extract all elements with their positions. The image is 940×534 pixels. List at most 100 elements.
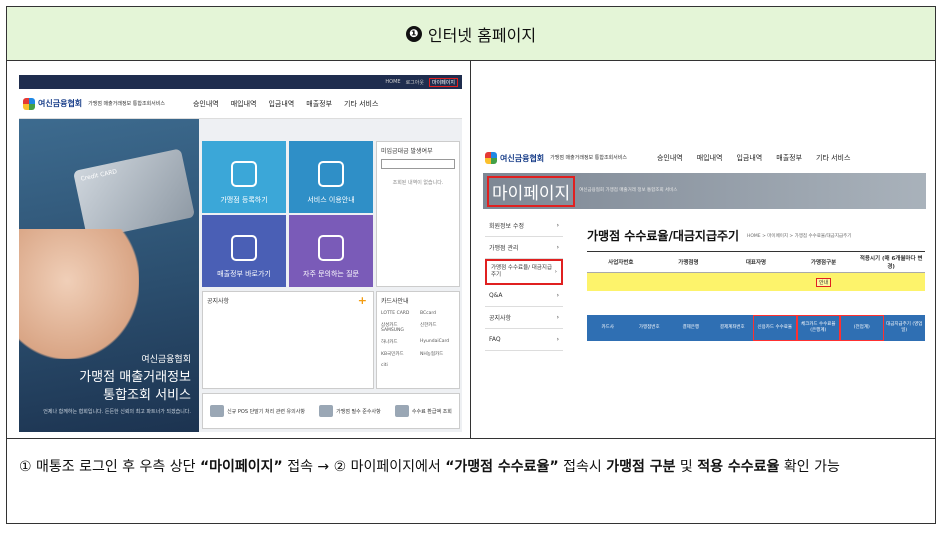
instruction-part: ① 매통조 로그인 후 우측 상단	[19, 459, 200, 475]
page-title: 가맹점 수수료율/대금지급주기	[587, 229, 740, 243]
menu-other[interactable]: 기타 서비스	[816, 153, 850, 163]
mypage-banner: 마이페이지 여신금융협회 가맹점 매출거래 정보 통합조회 서비스	[483, 173, 926, 209]
faq-icon	[318, 235, 344, 261]
bank-logos: LOTTE CARD BCcard 삼성카드 SAMSUNG 신한카드 하나카드…	[381, 311, 455, 368]
sidebar-item-fee-rate[interactable]: 가맹점 수수료율/ 대금지급주기 ›	[485, 259, 563, 285]
credit-card-image: Credit CARD	[72, 148, 196, 240]
col-business-number: 사업자번호	[608, 260, 634, 266]
unpaid-panel: 미입금대금 발생여부 조회된 내역이 없습니다.	[376, 141, 460, 287]
merchant-table: 사업자번호 가맹점명 대표자명 가맹점구분 적용시기 (매 6개월마다 변경) …	[587, 251, 925, 291]
quick-link-refund[interactable]: 수수료 환급액 조회	[394, 405, 452, 417]
tile-merchant-register[interactable]: 가맹점 등록하기	[202, 141, 286, 213]
homepage-cell: HOME 로그아웃 마이페이지 여신금융협회 가맹점 매출거래정보 통합조회서비…	[7, 61, 471, 439]
menu-purchase[interactable]: 매입내역	[697, 153, 723, 163]
logo-subtitle: 가맹점 매출거래정보 통합조회서비스	[550, 155, 627, 161]
tile-sales-info[interactable]: 매출정부 바로가기	[202, 215, 286, 287]
quick-link-rules[interactable]: 가맹점 필수 준수사항	[319, 405, 381, 417]
section-header: ❶ 인터넷 홈페이지	[7, 7, 935, 61]
sidebar-item-profile[interactable]: 회원정보 수정 ›	[485, 215, 563, 237]
bar-chart-icon	[231, 235, 257, 261]
bank-hana[interactable]: 하나카드	[381, 339, 416, 345]
chevron-right-icon: ›	[556, 336, 559, 343]
section-title: 인터넷 홈페이지	[427, 25, 537, 45]
notice-more-button[interactable]: +	[358, 294, 367, 307]
col-representative: 대표자명	[745, 260, 767, 266]
quick-link-label: 가맹점 필수 준수사항	[336, 408, 381, 415]
sidebar-label: 가맹점 수수료율/ 대금지급주기	[491, 265, 553, 278]
bank-bc[interactable]: BCcard	[420, 311, 455, 316]
logo[interactable]: 여신금융협회 가맹점 매출거래정보 통합조회서비스	[485, 152, 627, 164]
col-bank: 결제은행	[682, 325, 700, 330]
logo-icon	[23, 97, 35, 110]
bank-citi[interactable]: citi	[381, 363, 416, 368]
hand-image	[19, 229, 139, 359]
hero-text: 여신금융협회 가맹점 매출거래정보 통합조회 서비스 언제나 함께하는 협회입니…	[43, 351, 191, 416]
menu-sales[interactable]: 매출정부	[306, 99, 332, 109]
logo-text: 여신금융협회	[500, 153, 545, 163]
logo-icon	[485, 152, 497, 164]
col-merchant-number: 가맹점번호	[638, 325, 660, 330]
rate-emphasis: 적용 수수료율	[697, 459, 780, 475]
col-check-fee-bank: 체크카드 수수료율 (은행계)	[796, 315, 840, 341]
sidebar: 회원정보 수정 › 가맹점 관리 › 가맹점 수수료율/ 대금지급주기 › Q&A › …	[485, 215, 563, 351]
chevron-right-icon: ›	[554, 268, 557, 275]
menu-deposit[interactable]: 입금내역	[736, 153, 762, 163]
mypage-link[interactable]: 마이페이지	[428, 77, 458, 87]
sidebar-item-merchant[interactable]: 가맹점 관리 ›	[485, 237, 563, 259]
tile-label: 매출정부 바로가기	[217, 270, 271, 278]
menu: 승인내역 매입내역 입금내역 매출정부 기타 서비스	[657, 153, 851, 163]
menu-deposit[interactable]: 입금내역	[268, 99, 294, 109]
instruction-text: ① 매통조 로그인 후 우측 상단 “마이페이지” 접속 → ② 마이페이지에서…	[7, 439, 935, 523]
fee-emphasis: “가맹점 수수료율”	[445, 459, 559, 475]
menu-approval[interactable]: 승인내역	[657, 153, 683, 163]
inquiry-button[interactable]: 안내	[815, 277, 832, 287]
logo[interactable]: 여신금융협회 가맹점 매출거래정보 통합조회서비스	[23, 97, 165, 110]
card-company-panel: 카드사안내 LOTTE CARD BCcard 삼성카드 SAMSUNG 신한카…	[376, 291, 460, 389]
mypage-title: 마이페이지	[487, 175, 576, 207]
mypage-emphasis: “마이페이지”	[199, 459, 283, 475]
instruction-part: 접속 → ② 마이페이지에서	[282, 459, 446, 475]
main-nav: 여신금융협회 가맹점 매출거래정보 통합조회서비스 승인내역 매입내역 입금내역…	[483, 143, 926, 173]
hero-small: 언제나 함께하는 협회입니다. 든든한 신뢰의 최고 파트너가 되겠습니다.	[43, 409, 191, 415]
menu-other[interactable]: 기타 서비스	[344, 99, 378, 109]
col-card-company: 카드사	[601, 325, 614, 330]
unpaid-select[interactable]	[381, 159, 455, 169]
home-link[interactable]: HOME	[385, 79, 400, 85]
tile-label: 자주 문의하는 질문	[303, 270, 359, 278]
sidebar-label: 공지사항	[489, 315, 512, 322]
col-credit-fee: 신용카드 수수료율	[753, 315, 797, 341]
bank-samsung[interactable]: 삼성카드 SAMSUNG	[381, 322, 416, 333]
sidebar-item-faq[interactable]: FAQ ›	[485, 329, 563, 351]
notice-panel: 공지사항 +	[202, 291, 374, 389]
hero-banner: Credit CARD 여신금융협회 가맹점 매출거래정보 통합조회 서비스 언…	[19, 119, 199, 432]
bank-nh[interactable]: NH농협카드	[420, 351, 455, 357]
quick-link-label: 신규 POS 단말기 처리 관련 유의사항	[227, 408, 305, 415]
logout-link[interactable]: 로그아웃	[406, 79, 424, 86]
bank-kb[interactable]: KB국민카드	[381, 351, 416, 357]
hero-line2: 가맹점 매출거래정보	[79, 370, 191, 385]
bank-hyundai[interactable]: HyundaiCard	[420, 339, 455, 345]
menu-approval[interactable]: 승인내역	[193, 99, 219, 109]
type-emphasis: 가맹점 구분	[606, 459, 676, 475]
fee-table-header: 카드사 가맹점번호 결제은행 결제계좌번호 신용카드 수수료율 체크카드 수수료…	[587, 315, 925, 341]
tile-label: 가맹점 등록하기	[220, 196, 268, 204]
tile-faq[interactable]: 자주 문의하는 질문	[289, 215, 373, 287]
unpaid-title: 미입금대금 발생여부	[381, 148, 433, 155]
logo-subtitle: 가맹점 매출거래정보 통합조회서비스	[88, 100, 165, 107]
menu-sales[interactable]: 매출정부	[776, 153, 802, 163]
sidebar-item-qna[interactable]: Q&A ›	[485, 285, 563, 307]
sidebar-label: 회원정보 수정	[489, 223, 525, 230]
bank-lotte[interactable]: LOTTE CARD	[381, 311, 416, 316]
table-row: 안내	[587, 273, 925, 291]
sidebar-label: Q&A	[489, 292, 503, 299]
sidebar-item-notice[interactable]: 공지사항 ›	[485, 307, 563, 329]
col-account: 결제계좌번호	[719, 325, 745, 330]
instruction-part: 접속시	[558, 459, 607, 475]
bank-shinhan[interactable]: 신한카드	[420, 322, 455, 333]
tile-service-guide[interactable]: 서비스 이용안내	[289, 141, 373, 213]
menu-purchase[interactable]: 매입내역	[231, 99, 257, 109]
homepage-screenshot: HOME 로그아웃 마이페이지 여신금융협회 가맹점 매출거래정보 통합조회서비…	[19, 75, 462, 432]
quick-link-pos[interactable]: 신규 POS 단말기 처리 관련 유의사항	[210, 405, 305, 417]
card-company-title: 카드사안내	[381, 298, 409, 305]
sidebar-label: 가맹점 관리	[489, 245, 519, 252]
